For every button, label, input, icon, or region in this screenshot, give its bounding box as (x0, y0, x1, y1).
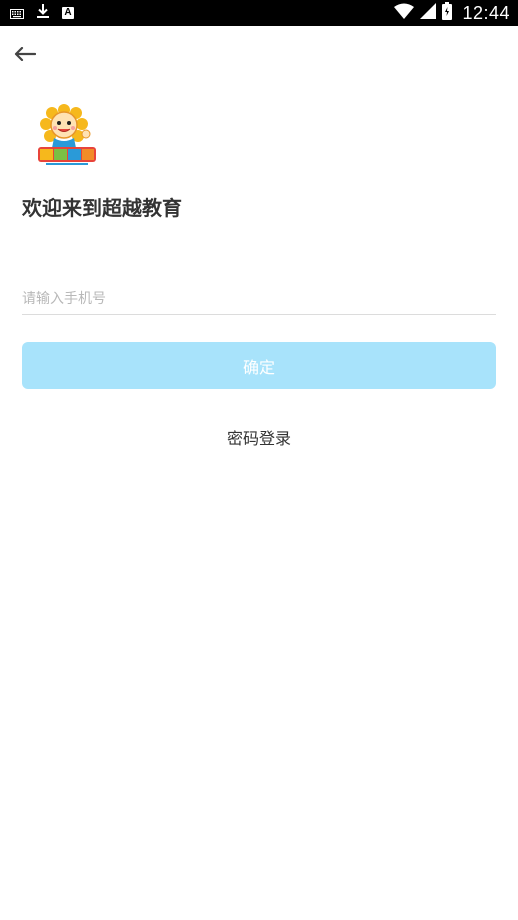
battery-icon (442, 2, 453, 24)
phone-input[interactable] (22, 284, 496, 315)
status-time: 12:44 (462, 2, 510, 23)
welcome-title: 欢迎来到超越教育 (22, 196, 182, 220)
arrow-left-icon (14, 47, 36, 61)
brand-logo (38, 100, 96, 166)
status-bar-left: A (10, 4, 74, 22)
sun-mascot-logo-icon (38, 104, 96, 165)
confirm-button-label: 确定 (242, 357, 275, 377)
status-bar: A 12:44 (0, 0, 518, 26)
download-icon (36, 3, 50, 23)
login-screen: A 12:44 欢迎来到超越教育 请输入手机号 确定 密码登录 (0, 0, 518, 920)
status-bar-right: 12:44 (394, 0, 510, 26)
a-badge-icon: A (62, 7, 74, 19)
password-login-link[interactable]: 密码登录 (0, 425, 518, 449)
keyboard-icon (10, 4, 24, 23)
confirm-button[interactable]: 确定 (22, 342, 496, 389)
cell-signal-icon (420, 3, 437, 23)
password-login-label: 密码登录 (226, 429, 291, 448)
wifi-icon (394, 3, 415, 23)
back-button[interactable] (10, 40, 40, 68)
